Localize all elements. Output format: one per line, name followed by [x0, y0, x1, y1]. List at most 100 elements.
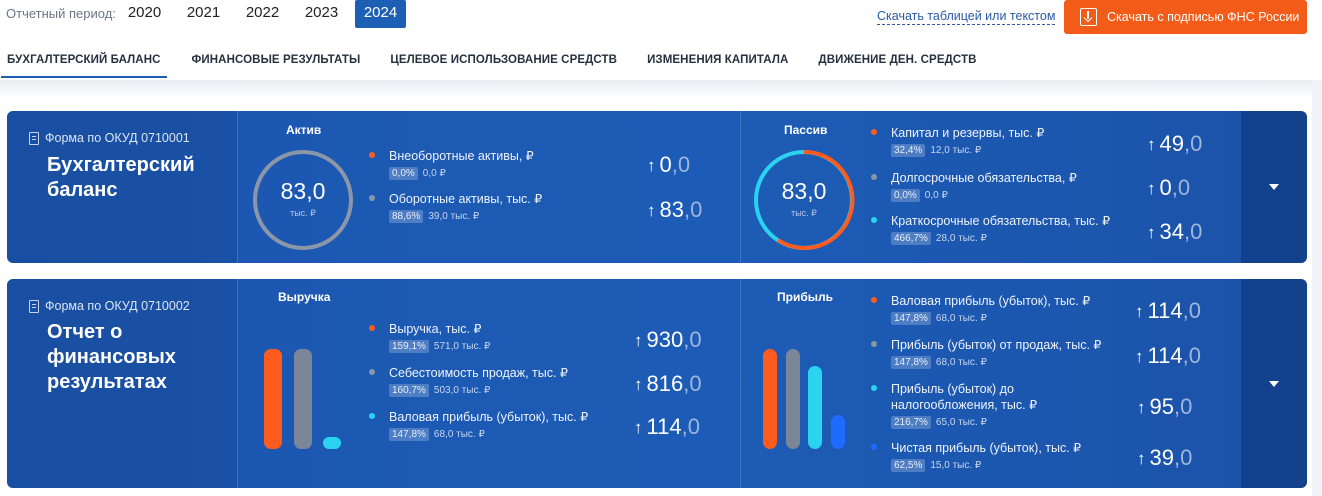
download-signed-button[interactable]: Скачать с подписью ФНС России [1064, 0, 1307, 34]
value-dec: ,0 [1183, 219, 1203, 244]
item-value: ↑ 114,0 [1135, 343, 1201, 369]
value-dec: ,0 [1183, 131, 1203, 156]
item-pct: 159,1% [389, 340, 429, 353]
item-name: Долгосрочные обязательства, ₽ [891, 171, 1077, 185]
divider [740, 111, 741, 263]
item-pct: 147,8% [389, 428, 429, 441]
tab-capital-changes[interactable]: ИЗМЕНЕНИЯ КАПИТАЛА [641, 44, 794, 78]
tab-financial-results[interactable]: ФИНАНСОВЫЕ РЕЗУЛЬТАТЫ [186, 44, 367, 78]
balance-form-code: Форма по ОКУД 0710001 [29, 131, 190, 145]
item-value: ↑ 114,0 [1135, 298, 1201, 324]
value-int: 114 [1147, 343, 1183, 368]
expand-results-button[interactable] [1241, 279, 1307, 488]
profit-bar-gross [763, 349, 777, 449]
item-name: Прибыль (убыток) от продаж, тыс. ₽ [891, 338, 1102, 352]
profit-title: Прибыль [777, 290, 833, 304]
item-value: ↑ 34,0 [1147, 219, 1202, 245]
list-item: Краткосрочные обязательства, тыс. ₽ 466,… [871, 213, 1111, 245]
assets-ring: 83,0 тыс. ₽ [251, 148, 355, 252]
item-value: ↑ 0,0 [1147, 175, 1190, 201]
value-int: 0 [659, 152, 672, 177]
tab-balance[interactable]: БУХГАЛТЕРСКИЙ БАЛАНС [1, 44, 167, 78]
year-2020[interactable]: 2020 [115, 0, 174, 28]
item-prev: 503,0 тыс. ₽ [433, 385, 491, 396]
chevron-down-icon [1269, 380, 1279, 387]
scrollbar-track[interactable] [1312, 80, 1322, 496]
item-pct: 32,4% [891, 144, 926, 157]
liabilities-ring-value: 83,0 [781, 178, 827, 204]
item-name: Краткосрочные обязательства, тыс. ₽ [891, 214, 1111, 228]
item-value: ↑ 930,0 [634, 327, 702, 353]
bullet-dot [369, 413, 375, 419]
document-icon [29, 299, 39, 313]
item-pct: 147,8% [891, 312, 931, 325]
results-form-code-label: Форма по ОКУД 0710002 [45, 299, 190, 313]
assets-ring-value: 83,0 [280, 178, 326, 204]
divider [237, 111, 238, 263]
item-prev: 68,0 тыс. ₽ [935, 313, 987, 324]
gross-profit-bar [323, 437, 341, 449]
item-pct: 0,0% [891, 189, 920, 202]
item-name: Себестоимость продаж, тыс. ₽ [389, 366, 568, 380]
list-item: Капитал и резервы, тыс. ₽ 32,4% 12,0 тыс.… [871, 125, 1045, 157]
bullet-dot [369, 325, 375, 331]
item-prev: 68,0 тыс. ₽ [433, 429, 485, 440]
item-prev: 0,0 ₽ [422, 168, 446, 179]
year-2024[interactable]: 2024 [355, 0, 406, 28]
tab-cash-flow[interactable]: ДВИЖЕНИЕ ДЕН. СРЕДСТВ [812, 44, 982, 78]
value-int: 95 [1149, 394, 1174, 419]
value-dec: ,0 [671, 152, 691, 177]
value-dec: ,0 [683, 197, 703, 222]
list-item: Валовая прибыль (убыток), тыс. ₽ 147,8% 6… [871, 293, 1090, 325]
value-dec: ,0 [683, 327, 702, 352]
balance-form-code-label: Форма по ОКУД 0710001 [45, 131, 190, 145]
item-value: ↑ 816,0 [634, 371, 702, 397]
tab-target-use[interactable]: ЦЕЛЕВОЕ ИСПОЛЬЗОВАНИЕ СРЕДСТВ [384, 44, 623, 78]
bullet-dot [871, 129, 877, 135]
item-prev: 68,0 тыс. ₽ [935, 357, 987, 368]
year-2021[interactable]: 2021 [174, 0, 233, 28]
item-pct: 147,8% [891, 356, 931, 369]
list-item: Долгосрочные обязательства, ₽ 0,0% 0,0 ₽ [871, 170, 1077, 202]
item-value: ↑ 95,0 [1137, 394, 1192, 420]
balance-title: Бухгалтерский баланс [47, 154, 195, 201]
results-title: Отчет о финансовых результатах [47, 321, 176, 393]
arrow-up-icon: ↑ [1147, 223, 1156, 242]
item-prev: 571,0 тыс. ₽ [433, 341, 491, 352]
results-card: Форма по ОКУД 0710002 Отчет о финансовых… [7, 279, 1307, 488]
item-value: ↑ 114,0 [634, 414, 700, 440]
item-pct: 160,7% [389, 384, 429, 397]
bullet-dot [871, 297, 877, 303]
arrow-up-icon: ↑ [647, 156, 656, 175]
assets-ring-unit: тыс. ₽ [290, 208, 316, 218]
download-table-link[interactable]: Скачать таблицей или текстом [877, 9, 1056, 25]
results-form-code: Форма по ОКУД 0710002 [29, 299, 190, 313]
value-int: 114 [1147, 298, 1183, 323]
value-int: 0 [1159, 175, 1172, 200]
bullet-dot [871, 174, 877, 180]
arrow-up-icon: ↑ [1135, 347, 1144, 366]
year-2022[interactable]: 2022 [233, 0, 292, 28]
value-dec: ,0 [681, 414, 700, 439]
item-pct: 62,5% [891, 459, 926, 472]
year-2023[interactable]: 2023 [292, 0, 351, 28]
document-icon [29, 131, 39, 145]
item-name: Капитал и резервы, тыс. ₽ [891, 126, 1045, 140]
value-int: 34 [1159, 219, 1184, 244]
arrow-up-icon: ↑ [634, 331, 643, 350]
item-name: Оборотные активы, тыс. ₽ [389, 192, 543, 206]
value-int: 930 [646, 327, 684, 352]
value-dec: ,0 [1173, 445, 1193, 470]
list-item: Выручка, тыс. ₽ 159,1% 571,0 тыс. ₽ [369, 321, 491, 353]
value-int: 49 [1159, 131, 1184, 156]
bullet-dot [871, 341, 877, 347]
bullet-dot [871, 385, 877, 391]
arrow-up-icon: ↑ [1147, 135, 1156, 154]
liabilities-title: Пассив [784, 123, 828, 137]
download-signed-label: Скачать с подписью ФНС России [1107, 10, 1300, 24]
expand-balance-button[interactable] [1241, 111, 1307, 263]
value-int: 816 [646, 371, 684, 396]
item-value: ↑ 0,0 [647, 152, 690, 178]
period-label: Отчетный период: [6, 6, 116, 21]
divider [740, 279, 741, 488]
